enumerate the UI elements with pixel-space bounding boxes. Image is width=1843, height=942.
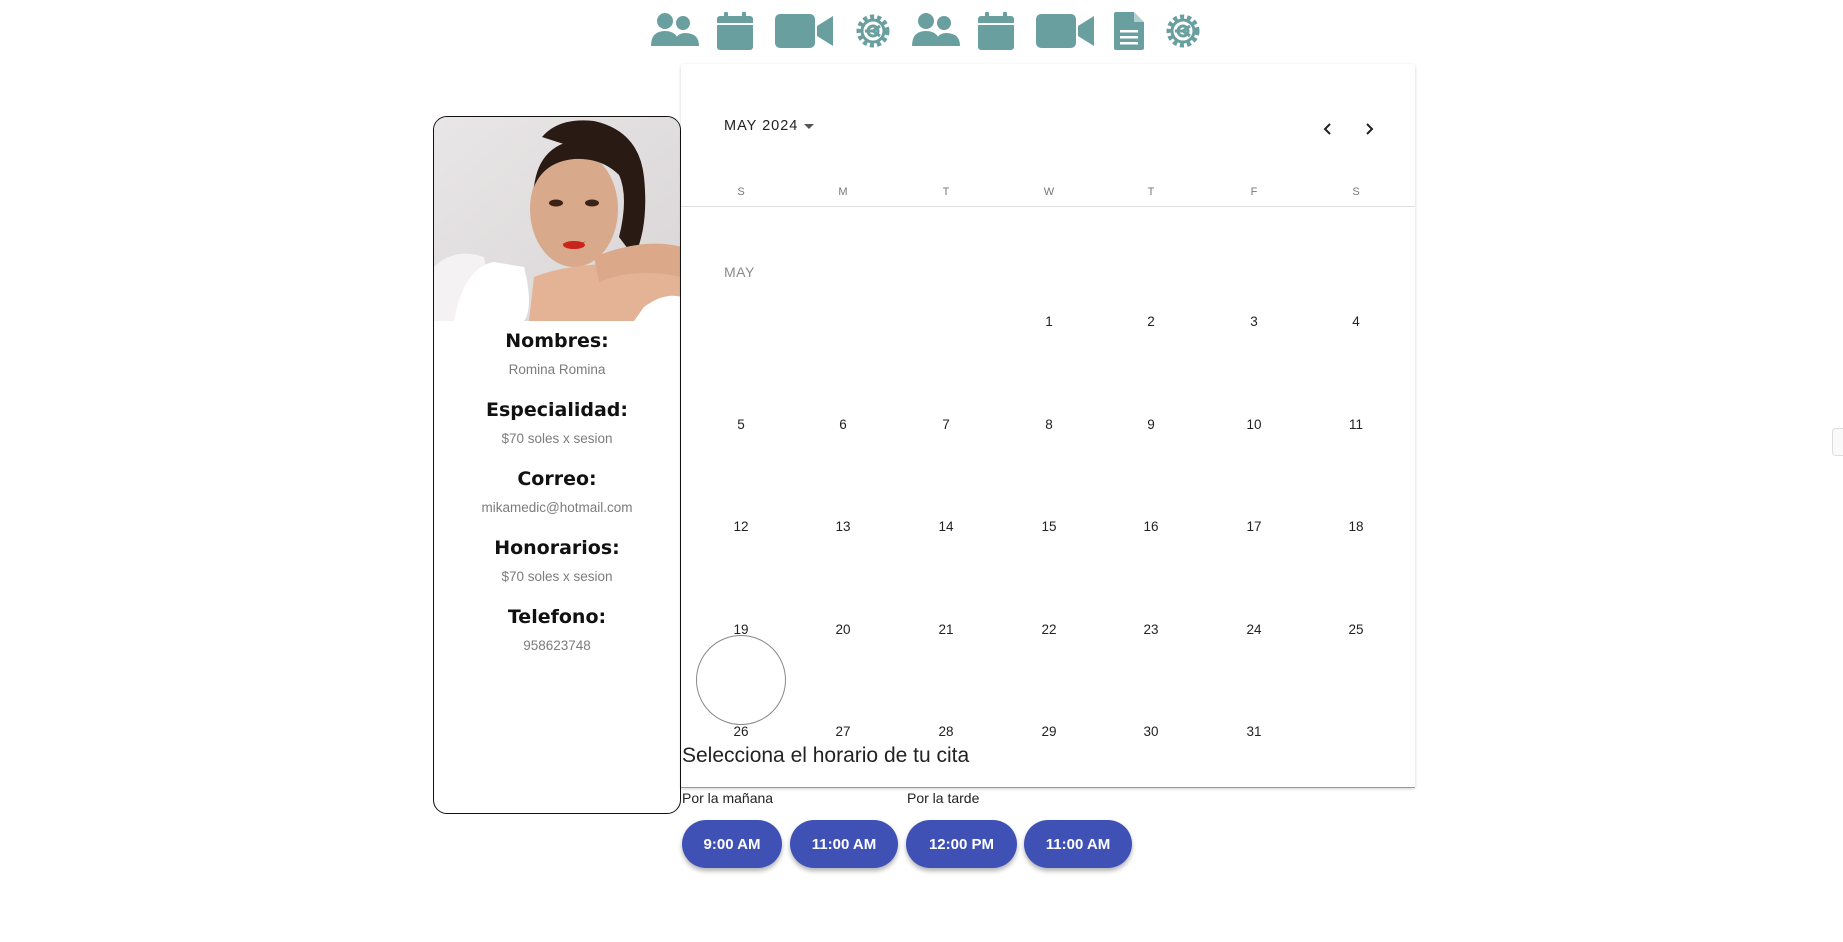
calendar-day[interactable]: 8 xyxy=(1029,413,1069,437)
calendar-day[interactable]: 23 xyxy=(1131,618,1171,642)
calendar-day[interactable]: 20 xyxy=(823,618,863,642)
users-icon[interactable] xyxy=(911,10,961,52)
document-icon[interactable] xyxy=(1113,10,1145,52)
video-icon[interactable] xyxy=(774,10,834,52)
chevron-right-icon xyxy=(1366,123,1374,135)
calendar-day[interactable]: 15 xyxy=(1029,515,1069,539)
calendar-day[interactable]: 27 xyxy=(823,720,863,744)
weekday-label: S xyxy=(1352,186,1360,198)
email-value: mikamedic@hotmail.com xyxy=(481,500,633,515)
weekday-label: S xyxy=(737,186,745,198)
calendar-day[interactable]: 25 xyxy=(1336,618,1376,642)
selected-day-indicator xyxy=(696,635,786,725)
month-year-selector[interactable]: MAY 2024 xyxy=(724,118,815,134)
morning-label: Por la mañana xyxy=(682,790,774,806)
profile-photo xyxy=(434,117,680,321)
calendar-day[interactable]: 4 xyxy=(1336,310,1376,334)
month-year-title: MAY 2024 xyxy=(724,118,799,134)
calendar-day[interactable]: 1 xyxy=(1029,310,1069,334)
phone-value: 958623748 xyxy=(523,638,591,653)
calendar-day[interactable]: 14 xyxy=(926,515,966,539)
specialty-label: Especialidad: xyxy=(485,399,629,421)
weekday-label: M xyxy=(838,186,848,198)
month-label: MAY xyxy=(724,264,755,280)
calendar-day[interactable]: 29 xyxy=(1029,720,1069,744)
side-panel-toggle[interactable] xyxy=(1832,428,1843,456)
phone-label: Telefono: xyxy=(507,606,607,628)
email-label: Correo: xyxy=(517,468,597,490)
calendar-day[interactable]: 5 xyxy=(721,413,761,437)
fees-value: $70 soles x sesion xyxy=(501,569,613,584)
calendar-day[interactable]: 13 xyxy=(823,515,863,539)
calendar-day[interactable]: 12 xyxy=(721,515,761,539)
fees-label: Honorarios: xyxy=(494,537,620,559)
settings-icon[interactable] xyxy=(1163,10,1203,52)
calendar-day[interactable]: 18 xyxy=(1336,515,1376,539)
calendar-day[interactable]: 3 xyxy=(1234,310,1274,334)
specialty-value: $70 soles x sesion xyxy=(501,431,613,446)
users-icon[interactable] xyxy=(650,10,700,52)
afternoon-label: Por la tarde xyxy=(907,790,980,806)
video-icon[interactable] xyxy=(1035,10,1095,52)
time-slot-button[interactable]: 11:00 AM xyxy=(790,820,898,868)
weekday-label: T xyxy=(942,186,950,198)
profile-info: Nombres: Romina Romina Especialidad: $70… xyxy=(434,321,680,666)
time-slot-button[interactable]: 11:00 AM xyxy=(1024,820,1132,868)
calendar-icon[interactable] xyxy=(977,10,1015,52)
schedule-title: Selecciona el horario de tu cita xyxy=(682,744,970,767)
calendar-panel: MAY 2024 SMTWTFS MAY 1 2 3 4 5 6 7 8 9 10 11 12 13 14… xyxy=(681,64,1415,788)
weekday-label: W xyxy=(1043,186,1055,198)
next-month-button[interactable] xyxy=(1356,116,1382,142)
calendar-day[interactable]: 31 xyxy=(1234,720,1274,744)
weekday-header: SMTWTFS xyxy=(681,186,1415,207)
settings-icon[interactable] xyxy=(853,10,893,52)
calendar-day[interactable]: 6 xyxy=(823,413,863,437)
calendar-day[interactable]: 21 xyxy=(926,618,966,642)
calendar-day[interactable]: 7 xyxy=(926,413,966,437)
calendar-day[interactable]: 17 xyxy=(1234,515,1274,539)
divider xyxy=(681,787,1415,788)
time-slot-button[interactable]: 12:00 PM xyxy=(906,820,1017,868)
calendar-day[interactable]: 28 xyxy=(926,720,966,744)
name-label: Nombres: xyxy=(505,330,609,352)
chevron-left-icon xyxy=(1323,123,1331,135)
calendar-day[interactable]: 16 xyxy=(1131,515,1171,539)
calendar-day[interactable]: 24 xyxy=(1234,618,1274,642)
previous-month-button[interactable] xyxy=(1315,116,1341,142)
calendar-icon[interactable] xyxy=(716,10,754,52)
profile-card: Nombres: Romina Romina Especialidad: $70… xyxy=(433,116,681,814)
calendar-day-selected[interactable]: 26 xyxy=(721,720,761,744)
name-value: Romina Romina xyxy=(508,362,606,377)
weekday-label: T xyxy=(1147,186,1155,198)
caret-down-icon xyxy=(804,123,815,129)
time-slot-button[interactable]: 9:00 AM xyxy=(682,820,782,868)
calendar-day[interactable]: 2 xyxy=(1131,310,1171,334)
calendar-day[interactable]: 11 xyxy=(1336,413,1376,437)
weekday-label: F xyxy=(1250,186,1258,198)
calendar-day[interactable]: 9 xyxy=(1131,413,1171,437)
calendar-day[interactable]: 22 xyxy=(1029,618,1069,642)
calendar-day[interactable]: 19 xyxy=(721,618,761,642)
calendar-day[interactable]: 10 xyxy=(1234,413,1274,437)
calendar-day[interactable]: 30 xyxy=(1131,720,1171,744)
